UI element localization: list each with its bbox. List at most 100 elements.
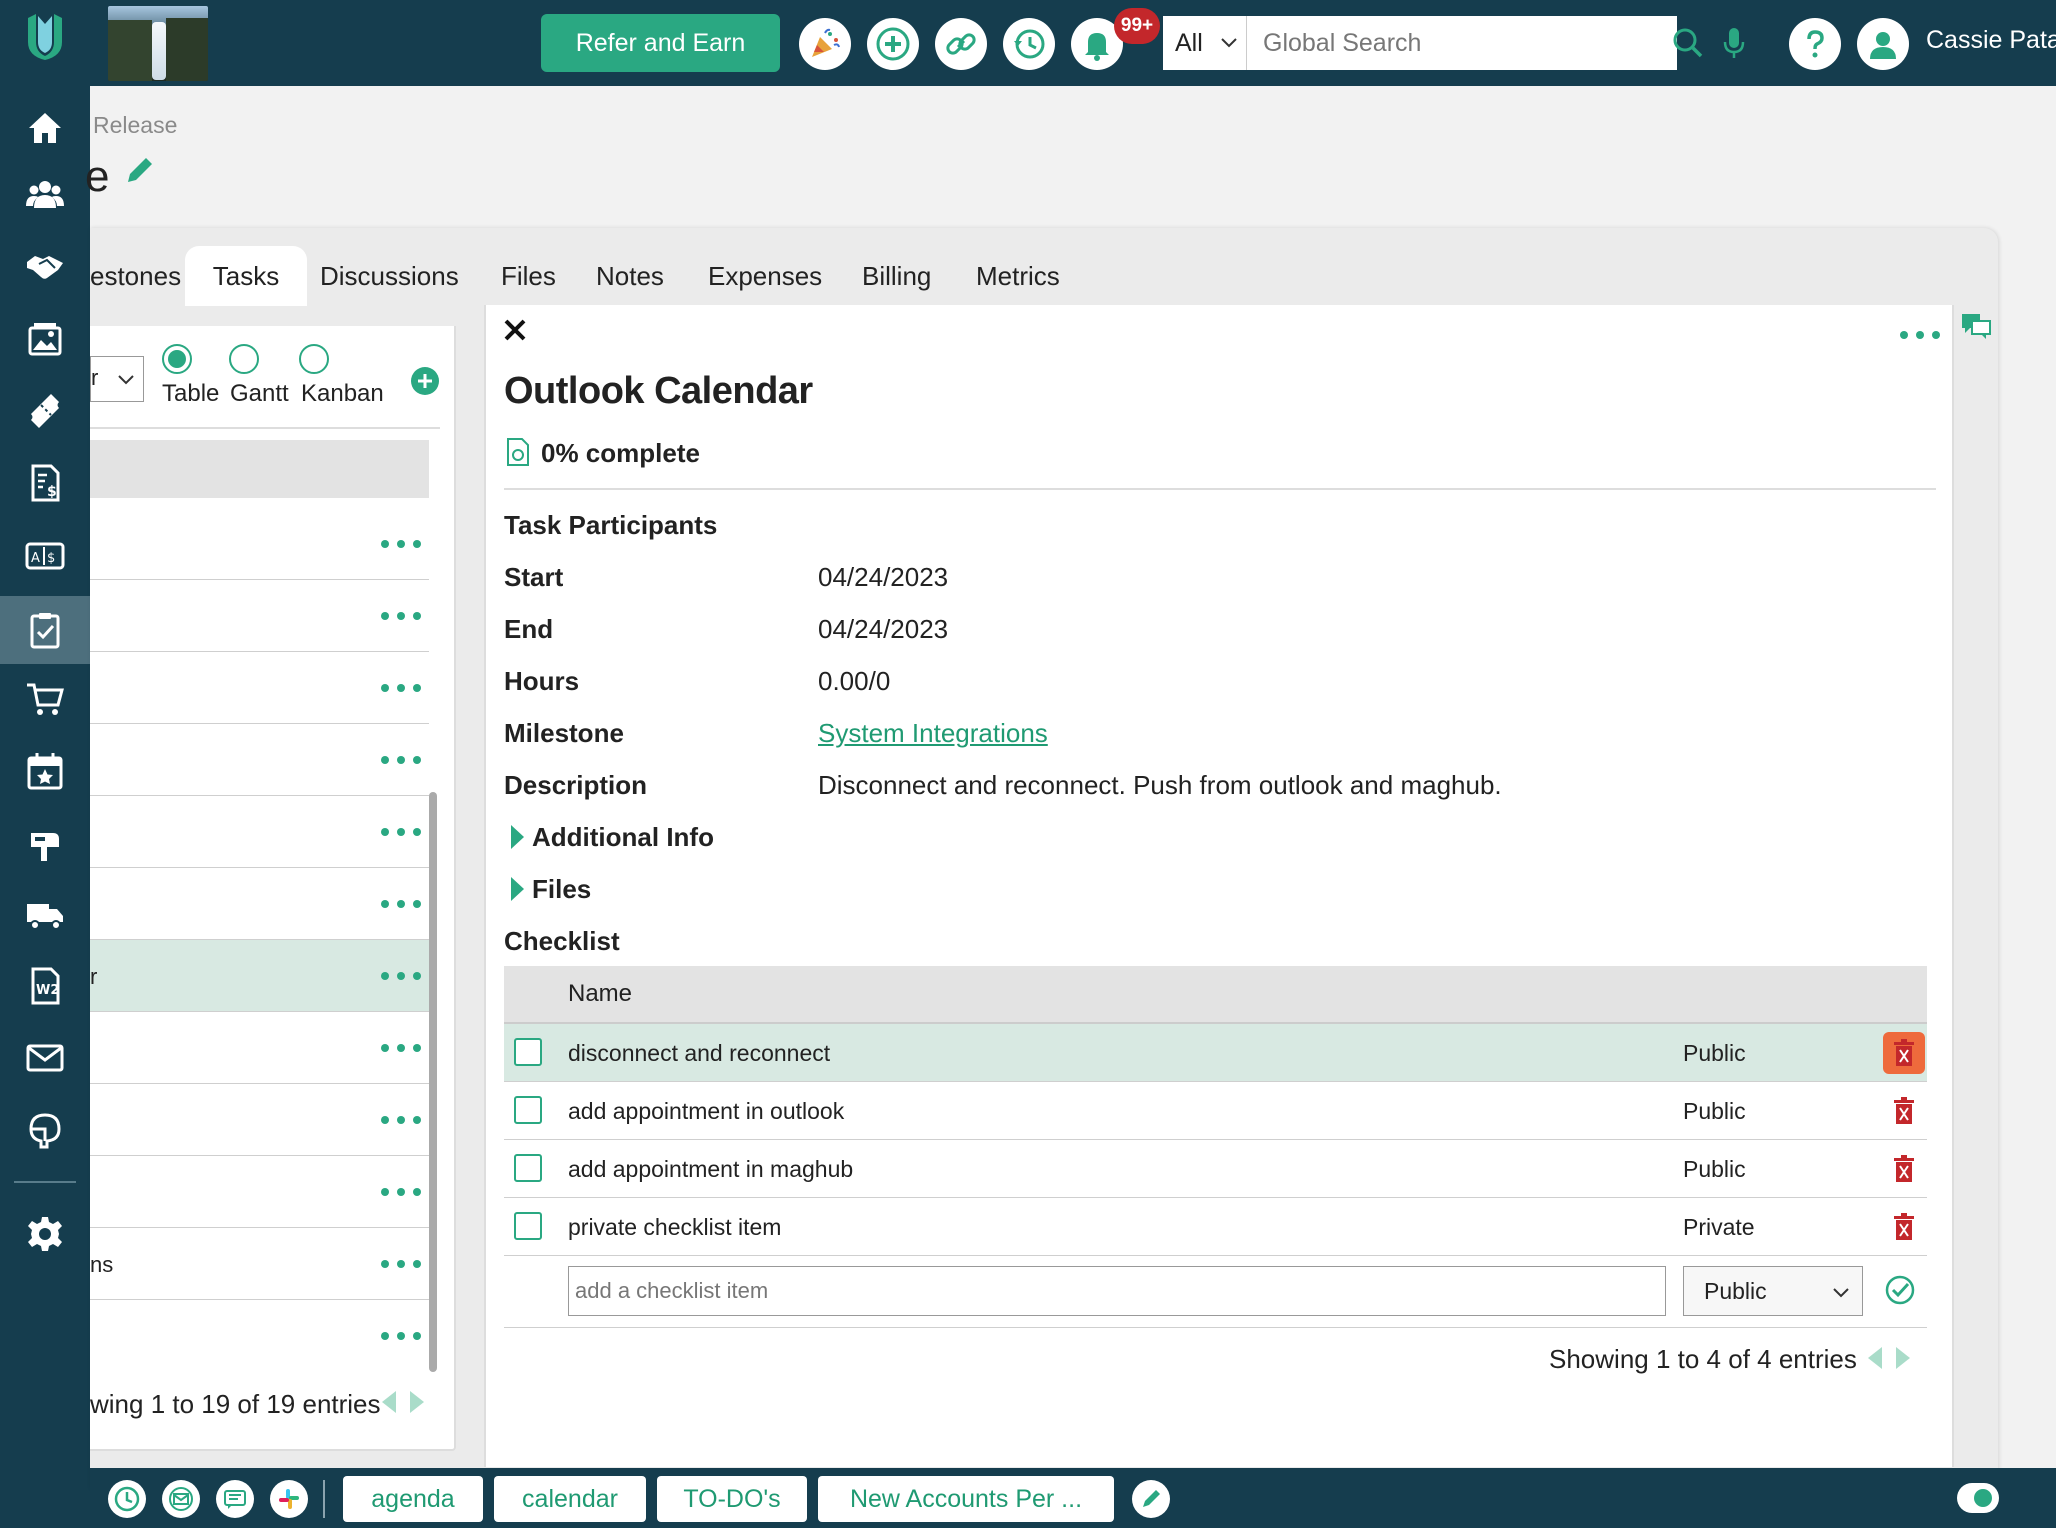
delete-checklist-item-button[interactable] <box>1883 1032 1925 1074</box>
nav-contacts[interactable] <box>0 164 90 226</box>
row-menu-icon[interactable] <box>381 1188 421 1200</box>
checklist-row[interactable]: disconnect and reconnect Public <box>504 1024 1927 1082</box>
row-menu-icon[interactable] <box>381 684 421 696</box>
bottom-edit-button[interactable] <box>1132 1480 1170 1518</box>
row-menu-icon[interactable] <box>381 828 421 840</box>
nav-estimates[interactable]: A $ <box>0 524 90 586</box>
nav-email[interactable] <box>0 1027 90 1089</box>
next-page-icon[interactable] <box>408 1389 426 1415</box>
tab-files[interactable]: Files <box>501 246 556 306</box>
user-avatar[interactable] <box>1857 18 1909 70</box>
whats-new-button[interactable] <box>799 18 851 70</box>
new-item-visibility-select[interactable]: Public <box>1683 1266 1863 1316</box>
links-button[interactable] <box>935 18 987 70</box>
refer-and-earn-button[interactable]: Refer and Earn <box>541 14 780 72</box>
nav-orders[interactable] <box>0 668 90 730</box>
delete-checklist-item-button[interactable] <box>1883 1090 1925 1132</box>
email-quick-button[interactable] <box>162 1480 200 1518</box>
row-menu-icon[interactable] <box>381 1044 421 1056</box>
search-scope-select[interactable]: All <box>1163 16 1247 70</box>
time-clock-button[interactable] <box>108 1480 146 1518</box>
nav-events[interactable] <box>0 740 90 802</box>
tab-metrics[interactable]: Metrics <box>976 246 1060 306</box>
checklist-item-name[interactable]: disconnect and reconnect <box>568 1040 830 1067</box>
row-menu-icon[interactable] <box>381 612 421 624</box>
tab-tasks[interactable]: Tasks <box>185 246 307 306</box>
add-task-icon[interactable] <box>410 366 440 396</box>
nav-settings[interactable] <box>0 1203 90 1265</box>
nav-support[interactable] <box>0 1099 90 1161</box>
task-list-row[interactable] <box>90 796 429 868</box>
row-menu-icon[interactable] <box>381 756 421 768</box>
task-list-row[interactable] <box>90 580 429 652</box>
task-list-row[interactable] <box>90 1084 429 1156</box>
checklist-checkbox[interactable] <box>514 1212 542 1240</box>
view-table-label[interactable]: Table <box>162 380 219 408</box>
global-search-input[interactable] <box>1247 16 1677 70</box>
edit-pencil-icon[interactable] <box>124 154 156 186</box>
chat-bubbles-icon[interactable] <box>1960 310 1992 342</box>
logo-icon[interactable] <box>22 12 68 60</box>
additional-info-toggle[interactable]: Additional Info <box>532 822 714 853</box>
checklist-row[interactable]: add appointment in outlook Public <box>504 1082 1927 1140</box>
task-filter-select[interactable]: r <box>90 356 144 402</box>
help-button[interactable] <box>1789 18 1841 70</box>
tab-expenses[interactable]: Expenses <box>708 246 822 306</box>
checklist-item-name[interactable]: private checklist item <box>568 1214 781 1241</box>
nav-payroll[interactable]: W2 <box>0 955 90 1017</box>
nav-mailings[interactable] <box>0 812 90 874</box>
bottom-bar-toggle[interactable] <box>1957 1483 1999 1513</box>
expand-triangle-icon[interactable] <box>509 823 525 851</box>
task-list-row[interactable] <box>90 724 429 796</box>
slack-button[interactable] <box>270 1480 308 1518</box>
row-menu-icon[interactable] <box>381 900 421 912</box>
task-list-row[interactable]: ns <box>90 1228 429 1300</box>
task-list-row[interactable] <box>90 1300 429 1372</box>
view-gantt-radio[interactable] <box>229 344 259 374</box>
nav-shipping[interactable] <box>0 883 90 945</box>
files-toggle[interactable]: Files <box>532 874 591 905</box>
history-button[interactable] <box>1003 18 1055 70</box>
delete-checklist-item-button[interactable] <box>1883 1148 1925 1190</box>
nav-home[interactable] <box>0 97 90 159</box>
new-checklist-item-input[interactable] <box>568 1266 1666 1316</box>
checklist-checkbox[interactable] <box>514 1154 542 1182</box>
task-list-scrollbar[interactable] <box>429 792 437 1372</box>
checklist-checkbox[interactable] <box>514 1038 542 1066</box>
row-menu-icon[interactable] <box>381 1116 421 1128</box>
checklist-row[interactable]: private checklist item Private <box>504 1198 1927 1256</box>
task-list-row-selected[interactable]: r <box>90 940 429 1012</box>
tab-discussions[interactable]: Discussions <box>320 246 459 306</box>
confirm-check-icon[interactable] <box>1884 1274 1916 1306</box>
row-menu-icon[interactable] <box>381 1260 421 1272</box>
task-list-row[interactable] <box>90 868 429 940</box>
expand-triangle-icon[interactable] <box>509 875 525 903</box>
breadcrumb[interactable]: Release <box>93 112 177 139</box>
checklist-name-column[interactable]: Name <box>568 980 632 1008</box>
tab-notes[interactable]: Notes <box>596 246 664 306</box>
checklist-item-name[interactable]: add appointment in outlook <box>568 1098 844 1125</box>
task-options-icon[interactable] <box>1900 331 1940 343</box>
milestone-link[interactable]: System Integrations <box>818 718 1048 749</box>
tab-milestones[interactable]: estones <box>90 246 181 306</box>
nav-tasks[interactable] <box>0 596 90 664</box>
row-menu-icon[interactable] <box>381 540 421 552</box>
nav-media[interactable] <box>0 308 90 370</box>
bottom-tab-calendar[interactable]: calendar <box>494 1476 646 1522</box>
nav-deals[interactable] <box>0 235 90 297</box>
bottom-tab-todos[interactable]: TO-DO's <box>657 1476 807 1522</box>
prev-page-icon[interactable] <box>380 1389 398 1415</box>
checklist-row[interactable]: add appointment in maghub Public <box>504 1140 1927 1198</box>
row-menu-icon[interactable] <box>381 972 421 984</box>
task-list-row[interactable] <box>90 1012 429 1084</box>
nav-tickets[interactable] <box>0 380 90 442</box>
task-list-row[interactable] <box>90 1156 429 1228</box>
tab-billing[interactable]: Billing <box>862 246 931 306</box>
microphone-icon[interactable] <box>1723 26 1745 60</box>
nav-invoices[interactable]: $ <box>0 452 90 514</box>
checklist-item-name[interactable]: add appointment in maghub <box>568 1156 853 1183</box>
prev-page-icon[interactable] <box>1866 1345 1884 1371</box>
bottom-tab-new-accounts[interactable]: New Accounts Per ... <box>818 1476 1114 1522</box>
messages-button[interactable] <box>216 1480 254 1518</box>
task-list-row[interactable] <box>90 508 429 580</box>
